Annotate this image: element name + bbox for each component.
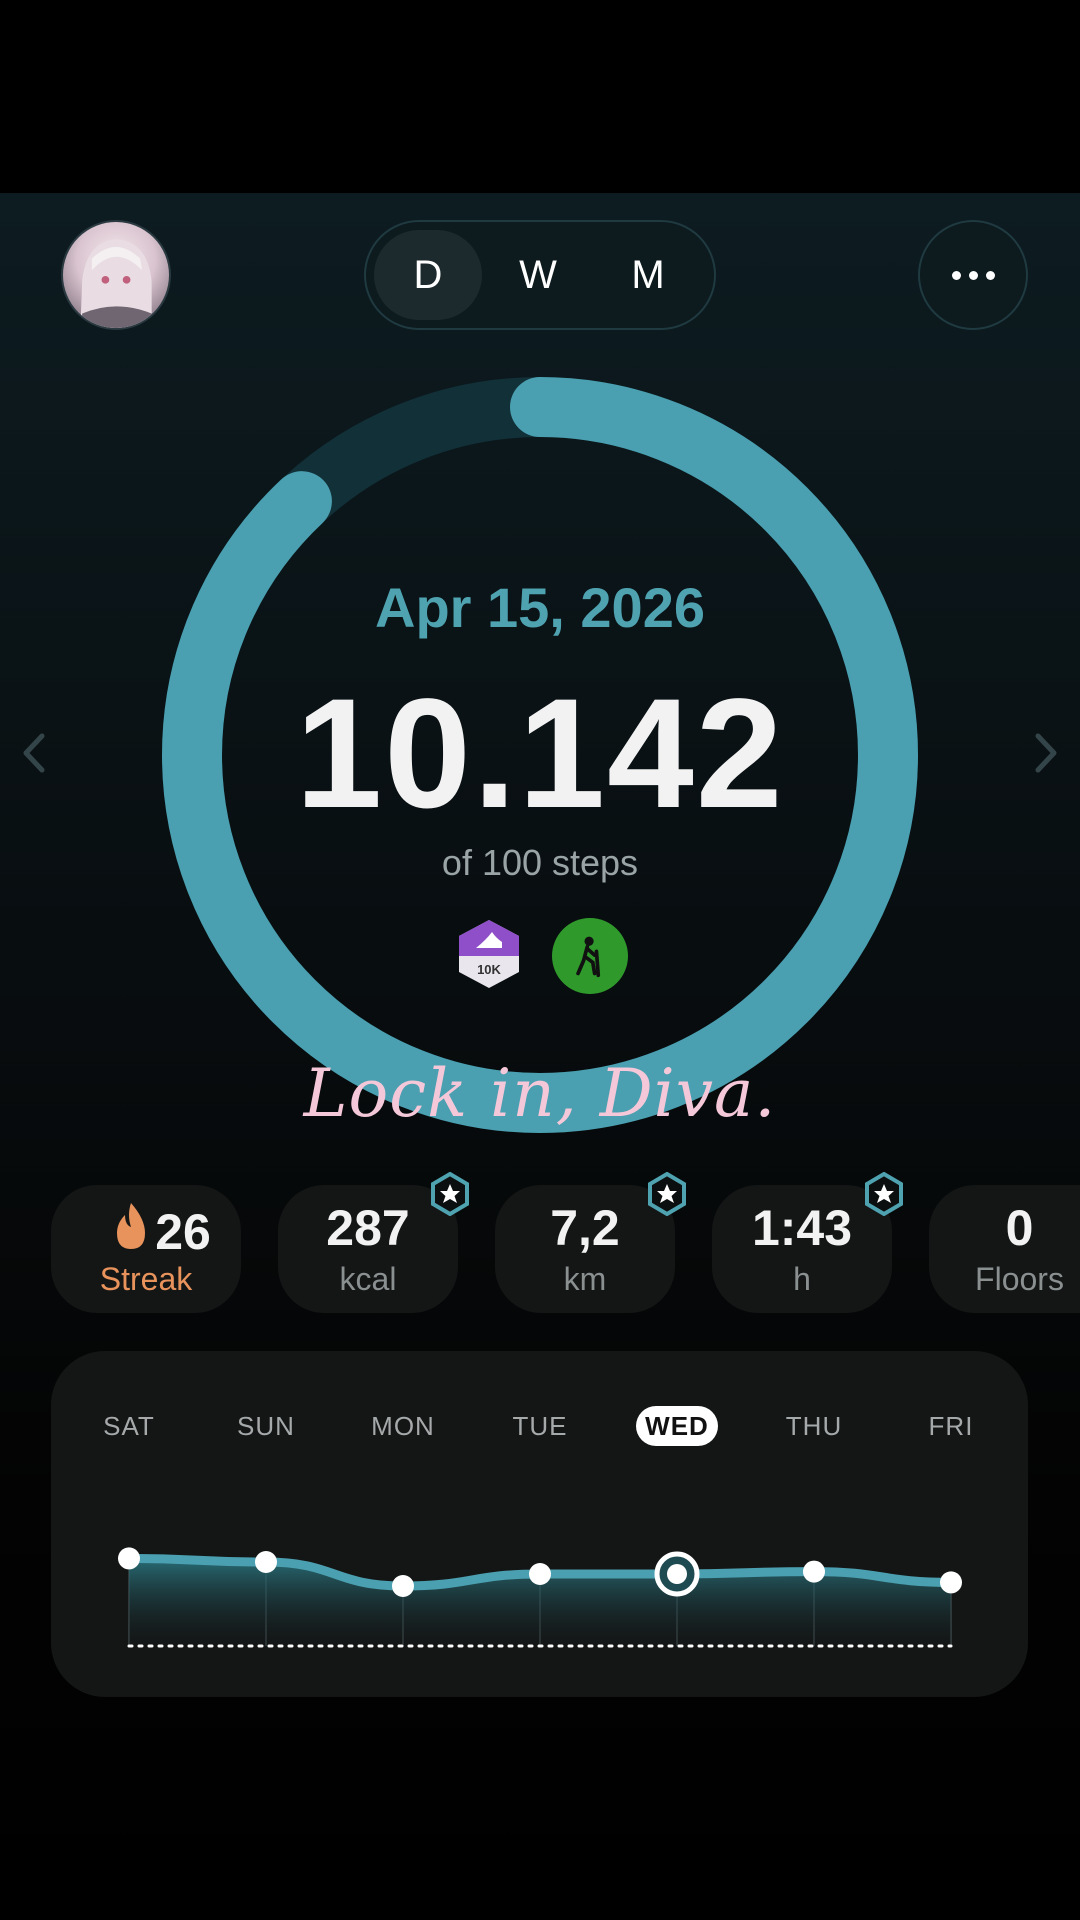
- weekly-steps-chart: [118, 1547, 962, 1648]
- selected-date[interactable]: Apr 15, 2026: [240, 575, 840, 640]
- shoe-10k-badge-icon[interactable]: 10K: [456, 918, 522, 990]
- tab-day[interactable]: D: [374, 230, 482, 320]
- chart-point-wed[interactable]: [667, 1564, 687, 1584]
- chart-point-tue[interactable]: [529, 1563, 551, 1585]
- step-count: 10.142: [295, 667, 785, 841]
- chart-point-sun[interactable]: [255, 1551, 277, 1573]
- streak-value: 26: [81, 1199, 241, 1263]
- kcal-label: kcal: [339, 1261, 397, 1297]
- streak-label: Streak: [99, 1261, 193, 1297]
- chart-point-sat[interactable]: [118, 1547, 140, 1570]
- stat-card-streak[interactable]: 26 Streak: [51, 1185, 241, 1313]
- flame-icon: [111, 1201, 151, 1263]
- more-icon: [948, 270, 999, 280]
- hiker-badge-icon[interactable]: [552, 918, 628, 994]
- kcal-achievement-star-icon: [430, 1171, 470, 1217]
- next-day-chevron-icon[interactable]: [1026, 728, 1066, 778]
- step-goal: of 100 steps: [441, 842, 639, 883]
- floors-value: 0: [1005, 1200, 1034, 1256]
- more-options-button[interactable]: [918, 220, 1028, 330]
- chart-point-mon[interactable]: [392, 1575, 414, 1597]
- period-selector: D W M: [364, 220, 716, 330]
- floors-label: Floors: [975, 1261, 1064, 1297]
- previous-day-chevron-icon[interactable]: [14, 728, 54, 778]
- motivational-message: Lock in, Diva.: [303, 1055, 777, 1132]
- chart-point-fri[interactable]: [940, 1571, 962, 1594]
- distance-achievement-star-icon: [647, 1171, 687, 1217]
- tab-week[interactable]: W: [484, 230, 592, 320]
- stat-card-floors[interactable]: 0 Floors: [929, 1185, 1080, 1313]
- tab-month[interactable]: M: [594, 230, 702, 320]
- duration-achievement-star-icon: [864, 1171, 904, 1217]
- profile-avatar[interactable]: [61, 220, 171, 330]
- distance-label: km: [563, 1261, 607, 1297]
- badge-10k-label: 10K: [477, 962, 501, 977]
- duration-label: h: [793, 1261, 811, 1297]
- chart-point-thu[interactable]: [803, 1560, 825, 1583]
- avatar-image: [80, 239, 152, 328]
